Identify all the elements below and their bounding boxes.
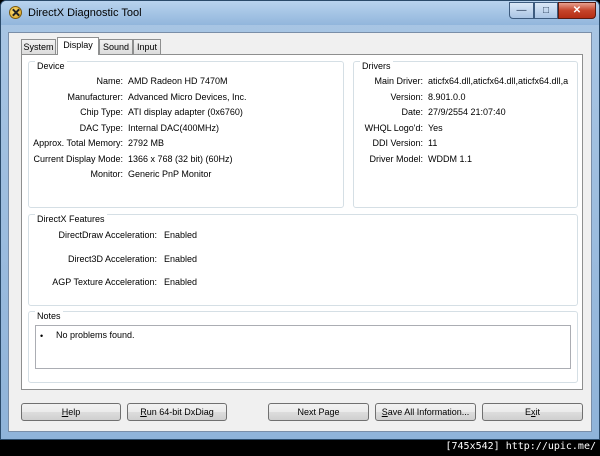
notes-group: Notes • No problems found.: [28, 311, 578, 383]
device-group: Device Name: AMD Radeon HD 7470M Manufactu…: [28, 61, 344, 208]
help-label: elp: [68, 407, 81, 417]
minimize-icon: —: [516, 5, 527, 16]
driver-field-value: Yes: [428, 122, 443, 133]
drivers-group-title: Drivers: [360, 61, 393, 71]
driver-field-value: WDDM 1.1: [428, 153, 473, 164]
notes-box[interactable]: • No problems found.: [35, 325, 571, 369]
device-field-value: AMD Radeon HD 7470M: [128, 76, 228, 86]
tab-sound[interactable]: Sound: [99, 39, 133, 54]
tab-input[interactable]: Input: [133, 39, 161, 54]
driver-field-value: 8.901.0.0: [428, 91, 466, 102]
help-button[interactable]: Help: [21, 403, 121, 421]
exit-button[interactable]: Exit: [482, 403, 583, 421]
notes-group-title: Notes: [35, 311, 63, 321]
note-item: No problems found.: [56, 330, 135, 340]
device-field-label: DAC Type:: [79, 122, 123, 133]
close-button[interactable]: ✕: [558, 2, 596, 19]
driver-field-label: Driver Model:: [369, 153, 423, 164]
close-icon: ✕: [572, 5, 582, 16]
device-field-value: Advanced Micro Devices, Inc.: [128, 91, 247, 102]
run64-label: un 64-bit DxDiag: [146, 407, 214, 417]
device-field-value: Generic PnP Monitor: [128, 169, 212, 179]
driver-field-value: 27/9/2554 21:07:40: [428, 107, 506, 117]
driver-field-label: Date:: [401, 107, 423, 117]
device-field-value: Internal DAC(400MHz): [128, 122, 220, 133]
drivers-group: Drivers Main Driver: aticfx64.dll,aticfx6…: [353, 61, 578, 208]
dxdiag-window: DirectX Diagnostic Tool — □ ✕ System Dis…: [0, 0, 600, 440]
driver-field-value: 11: [428, 138, 438, 148]
driver-field-label: WHQL Logo'd:: [364, 122, 423, 133]
device-field-label: Chip Type:: [80, 107, 123, 117]
next-page-label: Next Page: [297, 407, 340, 417]
device-field-label: Current Display Mode:: [33, 153, 123, 164]
device-field-value: ATI display adapter (0x6760): [128, 107, 243, 117]
note-bullet: •: [40, 331, 44, 341]
next-page-button[interactable]: Next Page: [268, 403, 369, 421]
feature-field-value: Enabled: [164, 230, 198, 240]
device-field-label: Manufacturer:: [67, 91, 123, 102]
tab-display[interactable]: Display: [57, 37, 99, 55]
feature-field-label: DirectDraw Acceleration:: [58, 230, 157, 240]
device-group-title: Device: [35, 61, 67, 71]
directx-features-group: DirectX Features DirectDraw Acceleration…: [28, 214, 578, 306]
feature-field-value: Enabled: [164, 253, 198, 264]
feature-field-value: Enabled: [164, 277, 198, 287]
driver-field-value: aticfx64.dll,aticfx64.dll,aticfx64.dll,a: [428, 76, 569, 86]
device-field-label: Name:: [96, 76, 123, 86]
tab-system[interactable]: System: [21, 39, 56, 54]
window-title: DirectX Diagnostic Tool: [28, 7, 142, 19]
maximize-icon: □: [542, 5, 550, 16]
device-field-value: 2792 MB: [128, 138, 165, 148]
minimize-button[interactable]: —: [509, 2, 534, 19]
exit-label-rest: it: [535, 407, 541, 417]
device-field-label: Approx. Total Memory:: [33, 138, 123, 148]
device-field-value: 1366 x 768 (32 bit) (60Hz): [128, 153, 233, 164]
save-label: ave All Information...: [387, 407, 470, 417]
feature-field-label: Direct3D Acceleration:: [67, 253, 157, 264]
features-group-title: DirectX Features: [35, 214, 107, 224]
device-field-label: Monitor:: [90, 169, 123, 179]
image-caption: [745x542] http://upic.me/: [445, 441, 596, 452]
maximize-button[interactable]: □: [534, 2, 558, 19]
driver-field-label: Main Driver:: [374, 76, 423, 86]
save-all-information-button[interactable]: Save All Information...: [375, 403, 476, 421]
driver-field-label: DDI Version:: [372, 138, 423, 148]
directx-icon: [9, 6, 22, 19]
client-area: System Display Sound Input Device Name: A…: [8, 32, 592, 432]
display-tab-panel: Device Name: AMD Radeon HD 7470M Manufactu…: [21, 54, 583, 390]
run-64-bit-dxdiag-button[interactable]: Run 64-bit DxDiag: [127, 403, 227, 421]
title-bar[interactable]: DirectX Diagnostic Tool — □ ✕: [1, 1, 599, 25]
driver-field-label: Version:: [390, 91, 423, 102]
feature-field-label: AGP Texture Acceleration:: [52, 277, 157, 287]
